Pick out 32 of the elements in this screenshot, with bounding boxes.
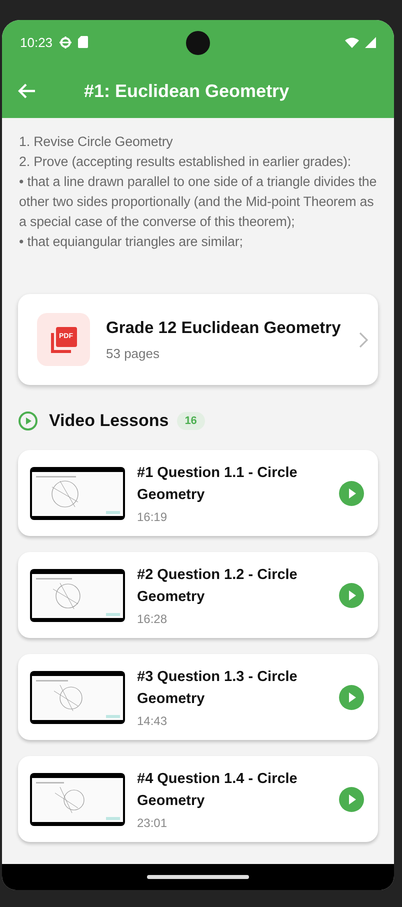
video-card[interactable]: #4 Question 1.4 - Circle Geometry 23:01 [18,756,378,842]
section-title: Video Lessons [49,411,169,431]
page-count: 53 pages [106,346,160,360]
video-duration: 16:19 [137,510,168,524]
video-title: #2 Question 1.2 - Circle Geometry [137,566,298,607]
video-duration: 16:28 [137,612,168,626]
video-duration: 23:01 [137,816,168,830]
description-text: • that a line drawn parallel to one side of a triangle divides the other two sides proportionally (and the Mid-point Theorem as a special case of the converse of this theorem); [19,173,377,231]
description-text: 1. Revise Circle Geometry [19,133,174,151]
video-count: 16 [176,412,205,430]
video-card[interactable]: #2 Question 1.2 - Circle Geometry 16:28 [18,552,378,638]
back-arrow-icon[interactable] [18,83,36,99]
video-card[interactable]: #3 Question 1.3 - Circle Geometry 14:43 [18,654,378,740]
video-title: #4 Question 1.4 - Circle Geometry [137,770,298,811]
chevron-right-icon [359,332,368,348]
video-title: #1 Question 1.1 - Circle Geometry [137,464,298,505]
play-circle-icon [18,411,38,431]
status-time: 10:23 [20,34,53,50]
play-button[interactable] [339,786,364,812]
screen-title: #1: Euclidean Geometry [84,80,290,102]
video-card[interactable]: #1 Question 1.1 - Circle Geometry 16:19 [18,450,378,536]
wifi-icon [345,36,359,48]
sd-card-icon [78,36,88,48]
video-duration: 14:43 [137,714,168,728]
description-text: • that equiangular triangles are similar; [19,233,244,251]
play-button[interactable] [339,684,364,710]
description-text: 2. Prove (accepting results established in earlier grades): [19,153,352,171]
video-title: #3 Question 1.3 - Circle Geometry [137,668,298,709]
play-button[interactable] [339,480,364,506]
signal-icon [365,36,376,48]
document-title: Grade 12 Euclidean Geometry [106,318,342,338]
play-button[interactable] [339,582,364,608]
